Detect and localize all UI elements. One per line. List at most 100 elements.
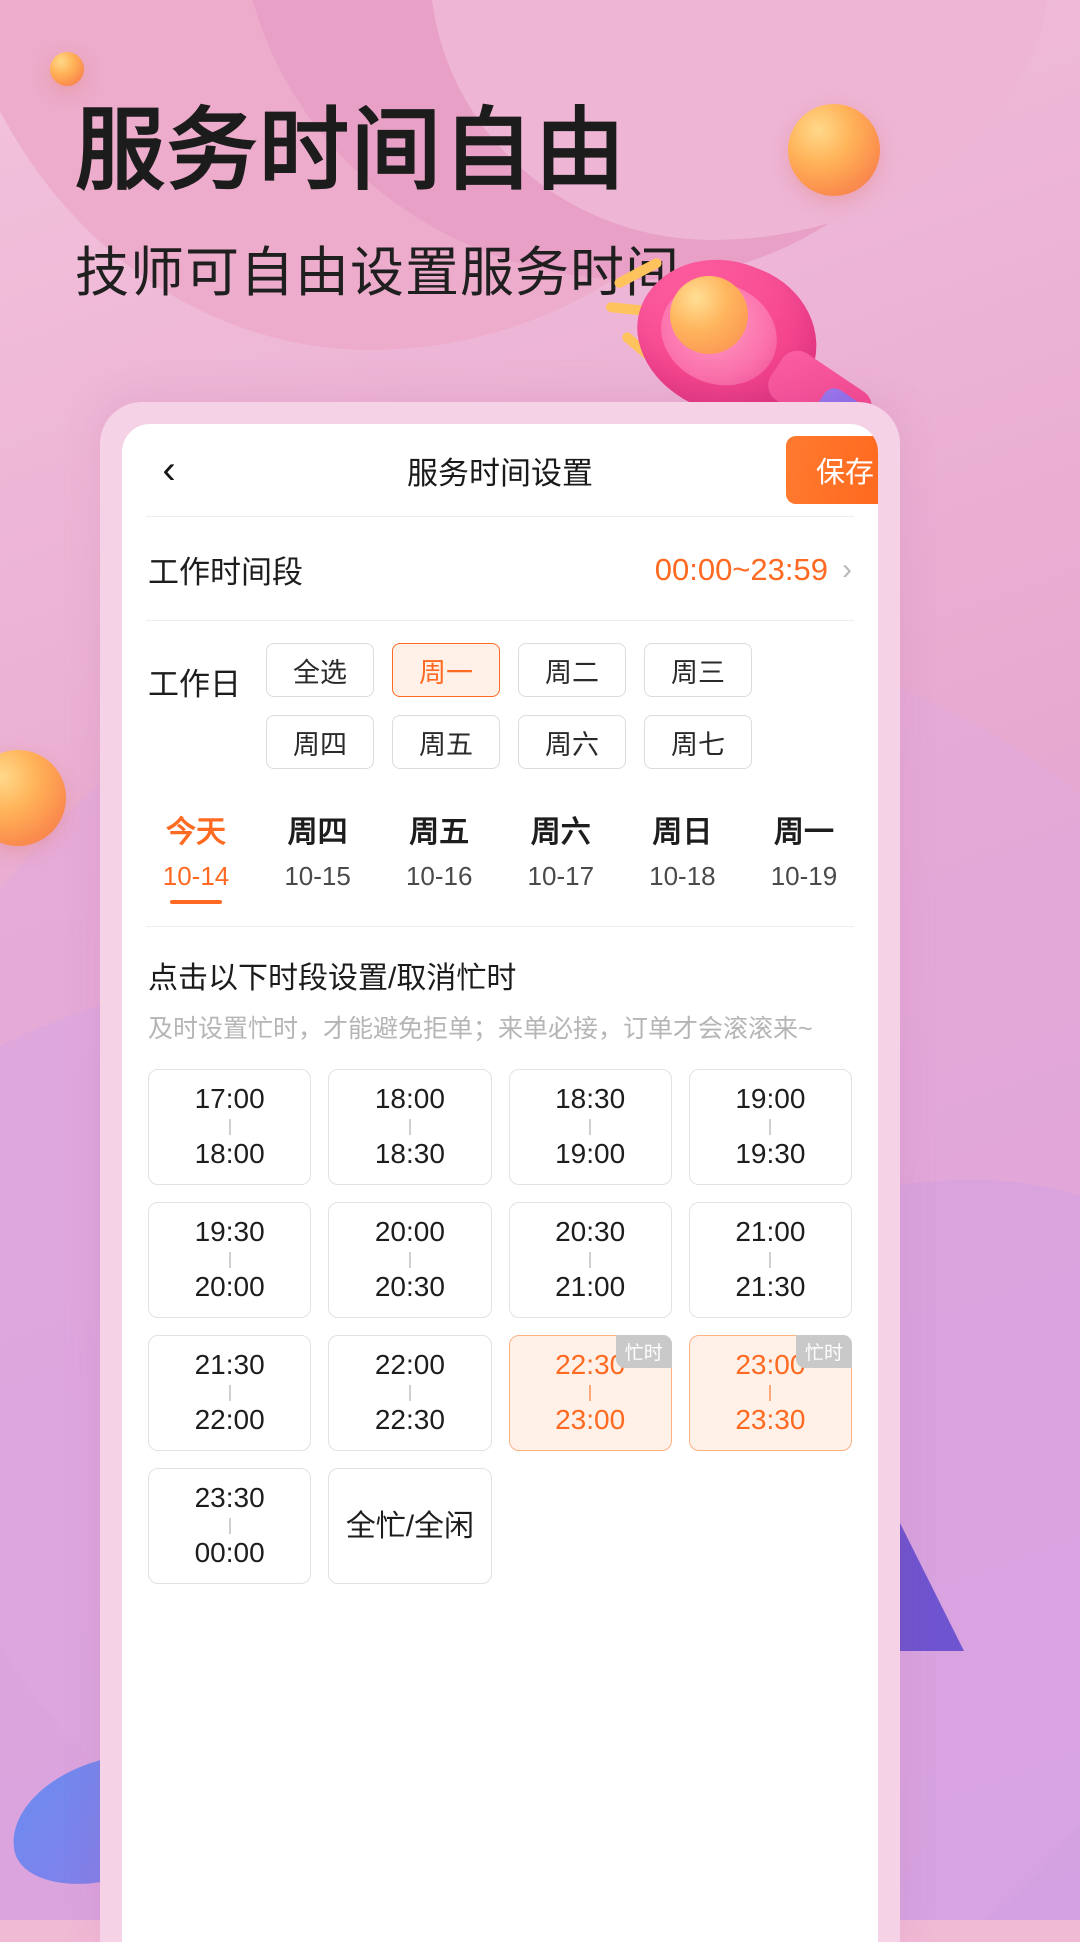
date-tab-bar: 今天 10-14 周四 10-15 周五 10-16 周六 10-17 周日 1… bbox=[122, 775, 878, 922]
promo-subheadline: 技师可自由设置服务时间 bbox=[75, 243, 680, 303]
weekday-chip-thu[interactable]: 周四 bbox=[266, 715, 374, 769]
date-tab-date: 10-18 bbox=[649, 861, 716, 891]
slot-divider bbox=[408, 1385, 411, 1401]
weekday-chip-grid: 全选 周一 周二 周三 周四 周五 周六 周七 bbox=[266, 643, 852, 769]
slot-divider bbox=[769, 1119, 772, 1135]
time-slot[interactable]: 19:30 20:00 bbox=[148, 1202, 312, 1318]
date-tab-5[interactable]: 周一 10-19 bbox=[760, 807, 848, 904]
weekday-chip-tue[interactable]: 周二 bbox=[518, 643, 626, 697]
slot-start-time: 18:30 bbox=[555, 1083, 626, 1115]
slot-end-time: 19:30 bbox=[735, 1138, 806, 1169]
time-slot[interactable]: 18:30 19:00 bbox=[508, 1069, 672, 1185]
slot-end-time: 23:00 bbox=[555, 1404, 626, 1435]
busy-badge: 忙时 bbox=[795, 1335, 852, 1368]
weekday-label: 工作日 bbox=[148, 667, 241, 702]
slot-divider bbox=[228, 1385, 231, 1401]
date-tab-name: 周日 bbox=[652, 816, 713, 849]
slot-divider bbox=[408, 1119, 411, 1135]
slot-divider bbox=[589, 1252, 592, 1268]
time-slot-busy[interactable]: 忙时 22:30 23:00 bbox=[508, 1335, 672, 1451]
slot-end-time: 23:30 bbox=[735, 1404, 806, 1435]
time-slot[interactable]: 20:30 21:00 bbox=[508, 1202, 672, 1318]
date-tab-3[interactable]: 周六 10-17 bbox=[517, 807, 605, 904]
slot-end-time: 19:00 bbox=[555, 1138, 626, 1169]
time-slot[interactable]: 19:00 19:30 bbox=[688, 1069, 852, 1185]
date-tab-date: 10-17 bbox=[527, 861, 595, 891]
slot-divider bbox=[228, 1518, 231, 1534]
slot-start-time: 19:30 bbox=[194, 1216, 265, 1248]
weekday-chip-sat[interactable]: 周六 bbox=[518, 715, 626, 769]
page-title: 服务时间设置 bbox=[407, 455, 593, 491]
date-tab-name: 今天 bbox=[166, 816, 226, 849]
slot-start-time: 21:30 bbox=[194, 1349, 265, 1381]
weekday-chip-all[interactable]: 全选 bbox=[266, 643, 374, 697]
time-slot[interactable]: 22:00 22:30 bbox=[328, 1335, 492, 1451]
slot-start-time: 22:00 bbox=[374, 1349, 445, 1381]
date-tab-4[interactable]: 周日 10-18 bbox=[638, 807, 726, 904]
decor-sphere-small-top-left bbox=[50, 52, 84, 86]
date-tab-date: 10-15 bbox=[284, 861, 351, 891]
slot-end-time: 21:00 bbox=[555, 1271, 626, 1302]
time-slot[interactable]: 18:00 18:30 bbox=[328, 1069, 492, 1185]
slot-start-time: 22:30 bbox=[555, 1349, 626, 1381]
slot-start-time: 17:00 bbox=[194, 1083, 265, 1115]
time-slot[interactable]: 17:00 18:00 bbox=[148, 1069, 312, 1185]
slot-end-time: 22:00 bbox=[194, 1404, 265, 1435]
chevron-right-icon: › bbox=[842, 552, 852, 586]
slot-end-time: 00:00 bbox=[194, 1537, 265, 1568]
date-tab-date: 10-16 bbox=[405, 861, 473, 891]
save-button[interactable]: 保存 bbox=[786, 436, 878, 504]
weekday-chip-sun[interactable]: 周七 bbox=[644, 715, 752, 769]
work-period-label: 工作时间段 bbox=[148, 555, 303, 590]
time-slot-busy[interactable]: 忙时 23:00 23:30 bbox=[688, 1335, 852, 1451]
slot-divider bbox=[769, 1385, 772, 1401]
back-icon[interactable]: ‹ bbox=[146, 447, 192, 493]
phone-mockup: ‹ 服务时间设置 保存 工作时间段 00:00~23:59 › 工作日 全选 周… bbox=[100, 402, 900, 1942]
slot-end-time: 18:30 bbox=[374, 1138, 445, 1169]
slot-end-time: 22:30 bbox=[374, 1404, 445, 1435]
toggle-all-label: 全忙/全闲 bbox=[345, 1509, 475, 1543]
slot-divider bbox=[769, 1252, 772, 1268]
slot-end-time: 20:30 bbox=[374, 1271, 445, 1302]
date-tab-name: 周一 bbox=[773, 816, 834, 849]
date-tab-2[interactable]: 周五 10-16 bbox=[395, 807, 483, 904]
slot-end-time: 21:30 bbox=[735, 1271, 806, 1302]
date-tab-1[interactable]: 周四 10-15 bbox=[274, 807, 362, 904]
slots-hint-subtitle: 及时设置忙时，才能避免拒单；来单必接，订单才会滚滚来~ bbox=[148, 1015, 813, 1043]
slot-start-time: 23:00 bbox=[735, 1349, 806, 1381]
slot-start-time: 20:00 bbox=[374, 1216, 445, 1248]
time-slot[interactable]: 23:30 00:00 bbox=[148, 1468, 312, 1584]
date-tab-name: 周四 bbox=[287, 816, 348, 849]
date-tab-date: 10-19 bbox=[770, 861, 838, 891]
busy-badge: 忙时 bbox=[615, 1335, 672, 1368]
slot-start-time: 18:00 bbox=[374, 1083, 445, 1115]
app-navbar: ‹ 服务时间设置 保存 bbox=[122, 424, 878, 516]
weekday-section: 工作日 全选 周一 周二 周三 周四 周五 周六 周七 bbox=[122, 621, 878, 775]
time-slot[interactable]: 21:30 22:00 bbox=[148, 1335, 312, 1451]
weekday-chip-mon[interactable]: 周一 bbox=[392, 643, 500, 697]
date-tab-today[interactable]: 今天 10-14 bbox=[152, 807, 240, 904]
decor-sphere-large-top-right bbox=[788, 104, 880, 196]
slot-divider bbox=[589, 1385, 592, 1401]
date-tab-date: 10-14 bbox=[162, 861, 230, 891]
slot-start-time: 19:00 bbox=[735, 1083, 806, 1115]
slots-hint-title: 点击以下时段设置/取消忙时 bbox=[148, 962, 517, 995]
slot-divider bbox=[589, 1119, 592, 1135]
time-slot-grid: 17:00 18:00 18:00 18:30 18:30 19:00 19:0… bbox=[122, 1045, 878, 1584]
work-period-row[interactable]: 工作时间段 00:00~23:59 › bbox=[122, 517, 878, 620]
slot-end-time: 20:00 bbox=[194, 1271, 265, 1302]
slot-divider bbox=[228, 1119, 231, 1135]
date-tab-name: 周六 bbox=[530, 816, 591, 849]
slot-end-time: 18:00 bbox=[194, 1138, 265, 1169]
toggle-all-busy-free-button[interactable]: 全忙/全闲 bbox=[328, 1468, 492, 1584]
weekday-chip-wed[interactable]: 周三 bbox=[644, 643, 752, 697]
date-tab-name: 周五 bbox=[409, 816, 470, 849]
slot-divider bbox=[408, 1252, 411, 1268]
work-period-value: 00:00~23:59 bbox=[654, 551, 828, 587]
phone-screen: ‹ 服务时间设置 保存 工作时间段 00:00~23:59 › 工作日 全选 周… bbox=[122, 424, 878, 1942]
slot-divider bbox=[228, 1252, 231, 1268]
weekday-chip-fri[interactable]: 周五 bbox=[392, 715, 500, 769]
slot-start-time: 23:30 bbox=[194, 1482, 265, 1514]
time-slot[interactable]: 20:00 20:30 bbox=[328, 1202, 492, 1318]
time-slot[interactable]: 21:00 21:30 bbox=[688, 1202, 852, 1318]
